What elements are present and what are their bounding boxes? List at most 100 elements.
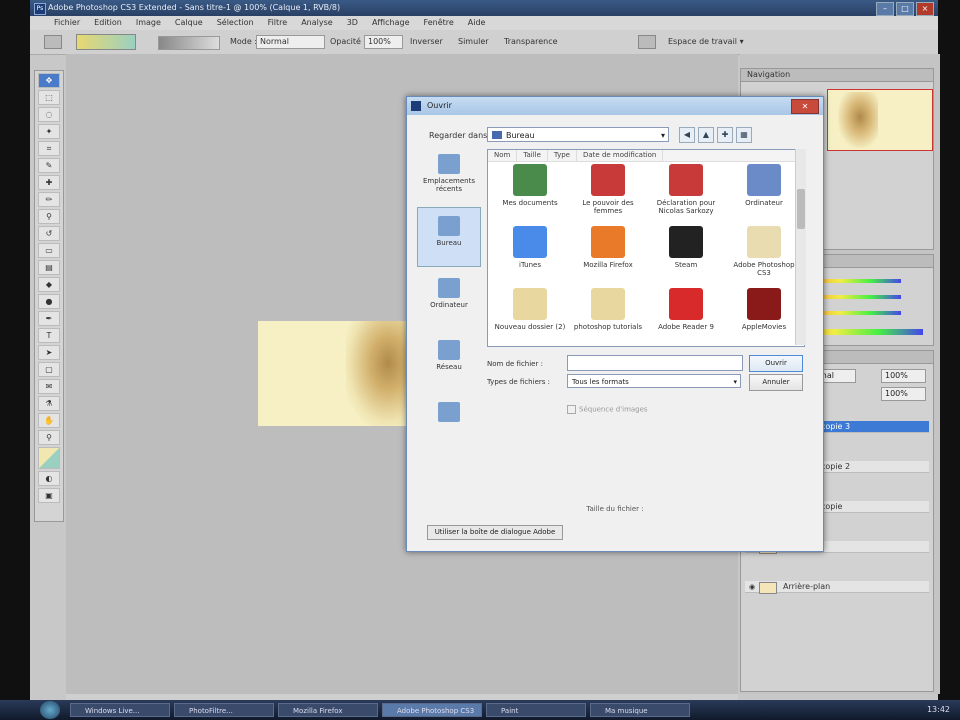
menu-item[interactable]: Affichage [372,16,410,30]
file-item[interactable]: Le pouvoir des femmes [572,164,644,224]
file-item[interactable]: Steam [650,226,722,286]
column-header[interactable]: Date de modification [577,150,664,161]
zoom-tool-icon[interactable]: ⚲ [38,430,60,445]
marquee-tool-icon[interactable]: ⬚ [38,90,60,105]
taskbar-item[interactable]: Mozilla Firefox [278,703,378,717]
slice-tool-icon[interactable]: ✎ [38,158,60,173]
menu-item[interactable]: Edition [94,16,122,30]
quick-mask-icon[interactable]: ◐ [38,471,60,486]
clone-stamp-tool-icon[interactable]: ⚲ [38,209,60,224]
gradient-swatch[interactable] [76,34,136,50]
file-item[interactable]: Adobe Photoshop CS3 [728,226,800,286]
tab-navigator[interactable]: Navigation [741,69,933,82]
look-in-select[interactable]: Bureau ▾ [487,127,669,142]
column-header[interactable]: Taille [517,150,548,161]
taskbar-item[interactable]: Paint [486,703,586,717]
column-header[interactable]: Type [548,150,577,161]
file-item[interactable]: Mozilla Firefox [572,226,644,286]
layer-fill-field[interactable]: 100% [881,387,926,401]
file-item[interactable]: AppleMovies [728,288,800,346]
menu-item[interactable]: Fenêtre [424,16,454,30]
adobe-dialog-button[interactable]: Utiliser la boîte de dialogue Adobe [427,525,563,540]
taskbar-item[interactable]: Windows Live... [70,703,170,717]
opacity-field[interactable]: 100% [364,35,403,49]
eyedropper-tool-icon[interactable]: ⚗ [38,396,60,411]
navigator-thumbnail[interactable] [827,89,933,151]
dodge-tool-icon[interactable]: ● [38,294,60,309]
file-item[interactable]: Déclaration pour Nicolas Sarkozy [650,164,722,224]
document-image[interactable] [258,321,418,426]
view-menu-icon[interactable]: ▦ [736,127,752,143]
mode-select[interactable]: Normal [256,35,325,49]
new-folder-icon[interactable]: ✚ [717,127,733,143]
close-button[interactable]: × [916,2,934,16]
taskbar-item[interactable]: Adobe Photoshop CS3 [382,703,482,717]
place-item[interactable]: Ordinateur [417,269,481,329]
place-item[interactable]: Réseau [417,331,481,391]
history-brush-tool-icon[interactable]: ↺ [38,226,60,241]
eraser-tool-icon[interactable]: ▭ [38,243,60,258]
place-item[interactable]: Emplacements récents [417,145,481,205]
cancel-button[interactable]: Annuler [749,374,803,391]
tool-preset-icon[interactable] [44,35,62,49]
column-header[interactable]: Nom [488,150,518,161]
title-bar: Ps Adobe Photoshop CS3 Extended - Sans t… [30,0,938,16]
file-item[interactable]: Mes documents [494,164,566,224]
filename-input[interactable] [567,355,743,371]
transparency-checkbox[interactable]: Transparence [504,37,558,46]
color-swatches[interactable] [38,447,60,469]
inverse-checkbox[interactable]: Inverser [410,37,443,46]
bridge-icon[interactable] [638,35,656,49]
minimize-button[interactable]: – [876,2,894,16]
menu-item[interactable]: Calque [175,16,203,30]
place-item[interactable]: Bureau [417,207,481,267]
menu-item[interactable]: Fichier [54,16,80,30]
type-tool-icon[interactable]: T [38,328,60,343]
maximize-button[interactable]: □ [896,2,914,16]
taskbar-item[interactable]: PhotoFiltre... [174,703,274,717]
workspace-menu[interactable]: Espace de travail ▾ [668,37,744,46]
place-item[interactable] [417,393,481,453]
brush-tool-icon[interactable]: ✏ [38,192,60,207]
scrollbar-thumb[interactable] [797,189,805,229]
file-list[interactable]: Nom Taille Type Date de modification Mes do… [487,149,805,347]
gradient-tool-icon[interactable]: ▤ [38,260,60,275]
dialog-close-button[interactable]: ✕ [791,99,819,114]
file-item[interactable]: Ordinateur [728,164,800,224]
lasso-tool-icon[interactable]: ◌ [38,107,60,122]
image-sequence-checkbox[interactable]: Séquence d'images [567,405,648,414]
hand-tool-icon[interactable]: ✋ [38,413,60,428]
menu-item[interactable]: Sélection [217,16,254,30]
screen-mode-icon[interactable]: ▣ [38,488,60,503]
eye-icon[interactable]: ◉ [749,583,757,591]
open-button[interactable]: Ouvrir [749,355,803,372]
menu-item[interactable]: Image [136,16,161,30]
path-selection-tool-icon[interactable]: ➤ [38,345,60,360]
file-list-scrollbar[interactable] [795,149,806,345]
file-item[interactable]: Nouveau dossier (2) [494,288,566,346]
blur-tool-icon[interactable]: ◆ [38,277,60,292]
taskbar-item[interactable]: Ma musique [590,703,690,717]
crop-tool-icon[interactable]: ⌗ [38,141,60,156]
simulate-checkbox[interactable]: Simuler [458,37,489,46]
start-button[interactable] [40,701,60,719]
back-icon[interactable]: ◀ [679,127,695,143]
layer-opacity-field[interactable]: 100% [881,369,926,383]
pen-tool-icon[interactable]: ✒ [38,311,60,326]
menu-item[interactable]: Aide [468,16,486,30]
filetype-select[interactable]: Tous les formats ▾ [567,374,741,388]
menu-item[interactable]: Analyse [301,16,333,30]
magic-wand-tool-icon[interactable]: ✦ [38,124,60,139]
notes-tool-icon[interactable]: ✉ [38,379,60,394]
menu-item[interactable]: 3D [347,16,358,30]
layer-row[interactable]: ◉ Arrière-plan [745,581,929,594]
gradient-type-buttons[interactable] [158,36,220,50]
healing-brush-tool-icon[interactable]: ✚ [38,175,60,190]
up-folder-icon[interactable]: ▲ [698,127,714,143]
file-item[interactable]: photoshop tutorials [572,288,644,346]
shape-tool-icon[interactable]: ▢ [38,362,60,377]
file-item[interactable]: iTunes [494,226,566,286]
menu-item[interactable]: Filtre [268,16,288,30]
move-tool-icon[interactable]: ✥ [38,73,60,88]
file-item[interactable]: Adobe Reader 9 [650,288,722,346]
